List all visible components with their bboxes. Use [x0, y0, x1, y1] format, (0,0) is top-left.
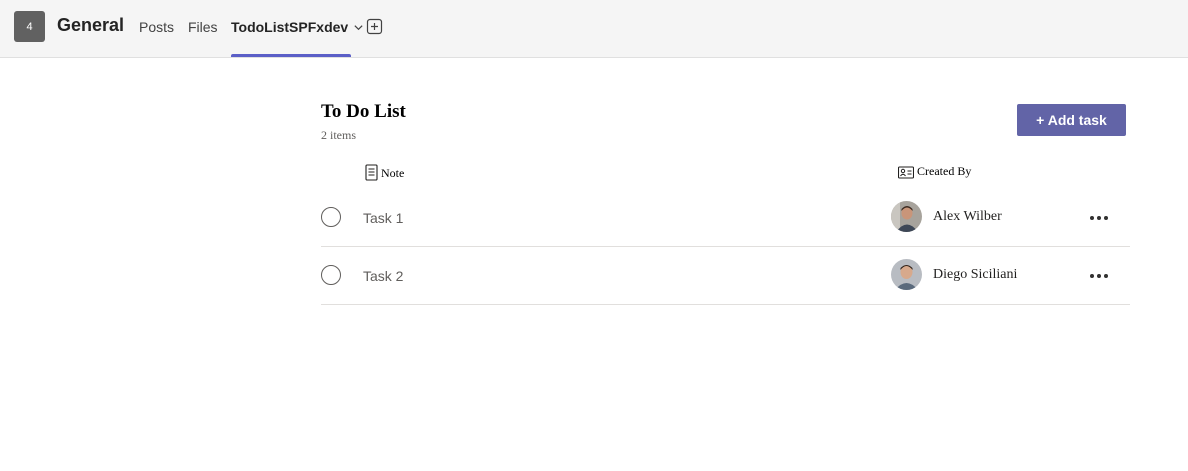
more-icon [1090, 274, 1094, 278]
complete-task-checkbox[interactable] [321, 207, 341, 227]
created-by-name: Diego Siciliani [933, 267, 1018, 282]
more-icon-dot [1104, 216, 1108, 220]
channel-header: 4 General Posts Files TodoListSPFxdev [0, 0, 1188, 58]
avatar [891, 259, 922, 290]
more-options-button[interactable] [1085, 206, 1113, 230]
more-icon-dot [1104, 274, 1108, 278]
column-header-note[interactable]: Note [365, 164, 404, 181]
complete-task-checkbox[interactable] [321, 265, 341, 285]
list-item[interactable]: Task 1 Alex Wilber [321, 189, 1130, 247]
chevron-down-icon[interactable] [353, 22, 364, 33]
tab-todolist-label: TodoListSPFxdev [231, 19, 349, 35]
add-tab-icon[interactable] [366, 18, 383, 35]
more-icon [1090, 216, 1094, 220]
created-by-name: Alex Wilber [933, 209, 1002, 224]
more-icon-dot [1097, 216, 1101, 220]
person-avatar-icon [891, 259, 922, 290]
list-item[interactable]: Task 2 Diego Siciliani [321, 247, 1130, 305]
tab-files[interactable]: Files [188, 19, 218, 35]
person-avatar-icon [891, 201, 922, 232]
tab-todolist[interactable]: TodoListSPFxdev [231, 19, 364, 35]
avatar [891, 201, 922, 232]
add-task-button[interactable]: + Add task [1017, 104, 1126, 136]
item-count: 2 items [321, 128, 356, 142]
tab-posts[interactable]: Posts [139, 19, 174, 35]
task-name[interactable]: Task 1 [363, 210, 403, 226]
column-header-created-by-label: Created By [917, 164, 972, 178]
more-options-button[interactable] [1085, 264, 1113, 288]
team-avatar[interactable]: 4 [14, 11, 45, 42]
active-tab-indicator [231, 54, 351, 57]
column-header-created-by[interactable]: Created By [898, 164, 971, 179]
list-title: To Do List [321, 101, 406, 122]
channel-name: General [57, 15, 125, 35]
column-header-note-label: Note [381, 166, 405, 180]
task-name[interactable]: Task 2 [363, 268, 403, 284]
contact-card-icon [898, 166, 914, 179]
more-icon-dot [1097, 274, 1101, 278]
note-icon [365, 164, 378, 181]
